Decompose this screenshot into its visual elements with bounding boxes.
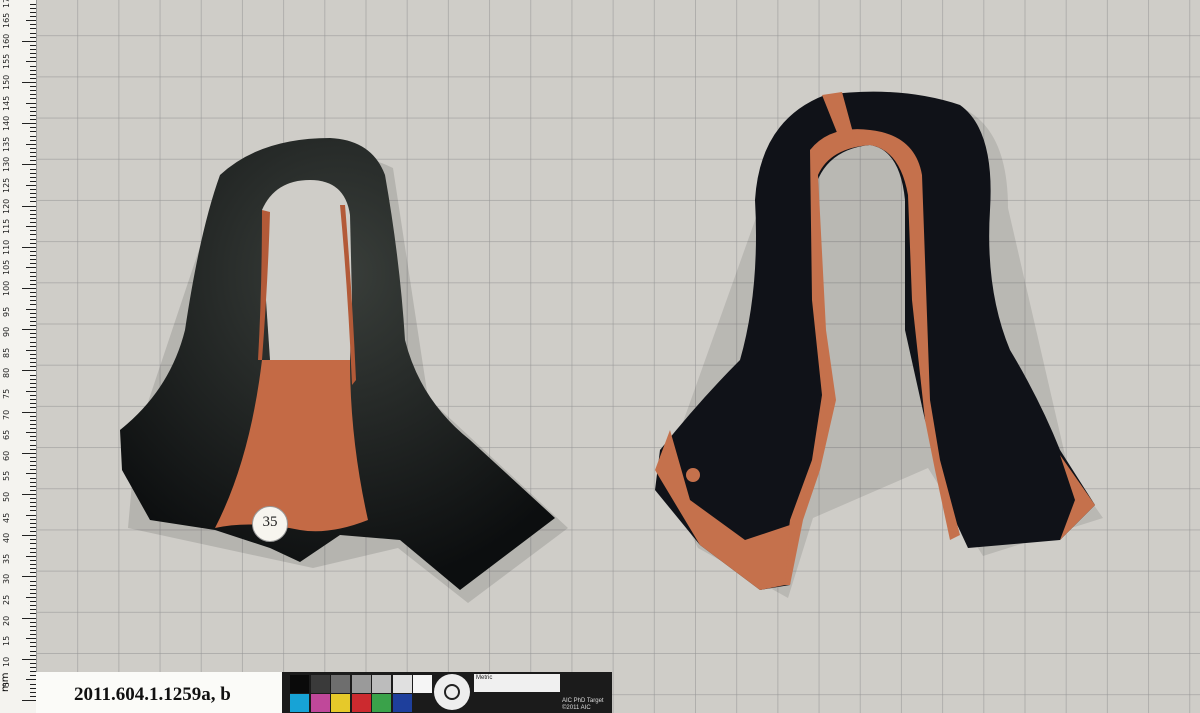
color-patch (372, 675, 391, 693)
color-patch (351, 675, 371, 693)
accession-number: 2011.604.1.1259a, b (74, 684, 231, 705)
object-photograph: mm 5 10 15 20 25 30 35 40 45 50 55 60 65 70 75 80 85 90 95… (0, 0, 1200, 713)
color-patch (392, 694, 412, 712)
fragment-number: 35 (262, 514, 278, 530)
target-text: AIC PhD Target ©2011 AIC (562, 698, 610, 712)
color-patch (413, 675, 432, 693)
target-scale-label: Metric (476, 675, 493, 681)
color-patch (331, 694, 350, 712)
color-target: Metric AIC PhD Target ©2011 AIC (282, 672, 612, 713)
color-patch (351, 694, 371, 712)
fragment-number-sticker: 35 (252, 506, 288, 542)
color-patch (392, 675, 412, 693)
color-patch (290, 694, 309, 712)
target-text-line1: AIC PhD Target (562, 698, 604, 704)
target-scale-bar: Metric (474, 674, 560, 692)
color-patch (310, 694, 330, 712)
target-text-line2: ©2011 AIC (562, 705, 591, 711)
color-patch (310, 675, 330, 693)
pottery-fragments (120, 91, 1103, 603)
color-patch (331, 675, 350, 693)
fragment-a (120, 138, 555, 590)
color-patch (290, 675, 309, 693)
color-patch (372, 694, 391, 712)
accession-label-card: 2011.604.1.1259a, b (36, 672, 282, 713)
bullseye-target-icon (434, 674, 470, 710)
